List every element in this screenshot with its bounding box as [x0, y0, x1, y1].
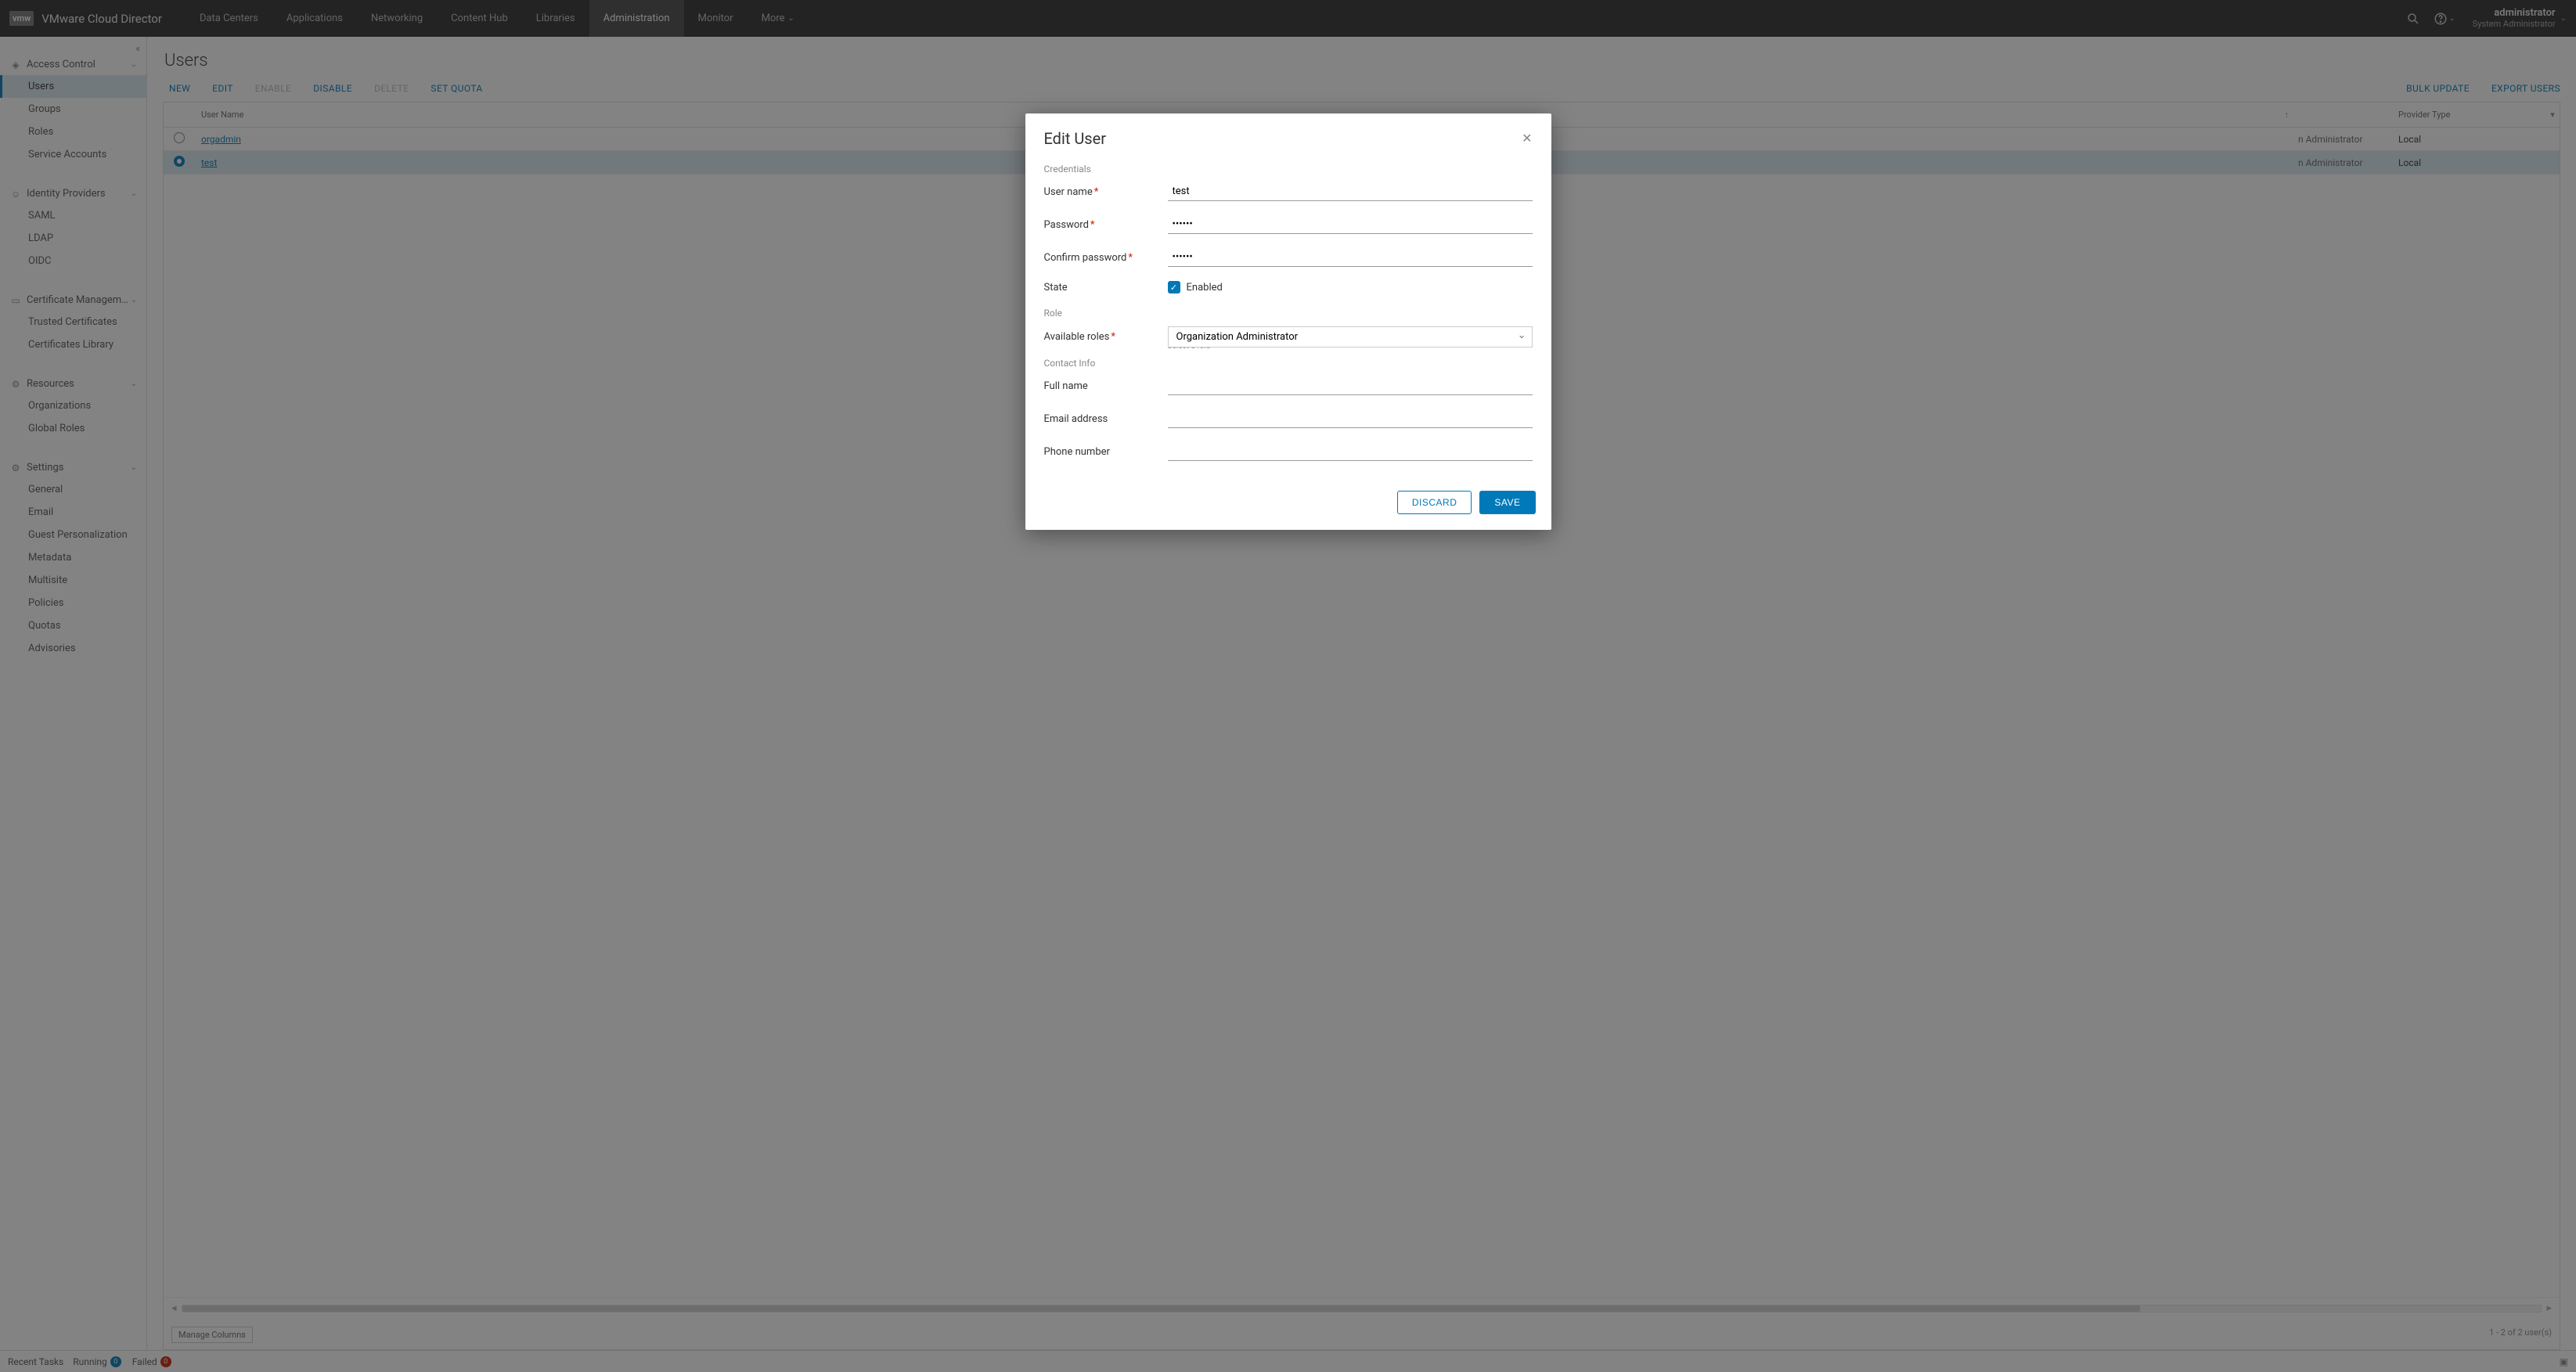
available-roles-label: Available roles*	[1044, 331, 1168, 343]
dialog-title: Edit User	[1044, 129, 1107, 148]
section-contact-info: Contact Info	[1044, 358, 1533, 369]
section-role: Role	[1044, 308, 1533, 319]
section-credentials: Credentials	[1044, 164, 1533, 175]
save-button[interactable]: SAVE	[1479, 491, 1535, 514]
fullname-label: Full name	[1044, 380, 1168, 392]
password-input[interactable]	[1168, 215, 1533, 234]
username-label: User name*	[1044, 186, 1168, 198]
enabled-checkbox[interactable]: ✓	[1168, 281, 1180, 293]
username-input[interactable]	[1168, 182, 1533, 201]
confirm-password-label: Confirm password*	[1044, 252, 1168, 264]
email-input[interactable]	[1168, 409, 1533, 428]
email-label: Email address	[1044, 413, 1168, 425]
close-icon[interactable]: ✕	[1522, 132, 1532, 145]
password-label: Password*	[1044, 219, 1168, 231]
available-roles-select[interactable]	[1168, 326, 1533, 348]
discard-button[interactable]: DISCARD	[1397, 491, 1472, 514]
phone-input[interactable]	[1168, 442, 1533, 461]
confirm-password-input[interactable]	[1168, 248, 1533, 267]
enabled-checkbox-label: Enabled	[1187, 282, 1223, 293]
phone-label: Phone number	[1044, 446, 1168, 458]
fullname-input[interactable]	[1168, 376, 1533, 395]
state-label: State	[1044, 282, 1168, 293]
edit-user-dialog: Edit User ✕ Credentials User name* Passw…	[1025, 113, 1551, 530]
